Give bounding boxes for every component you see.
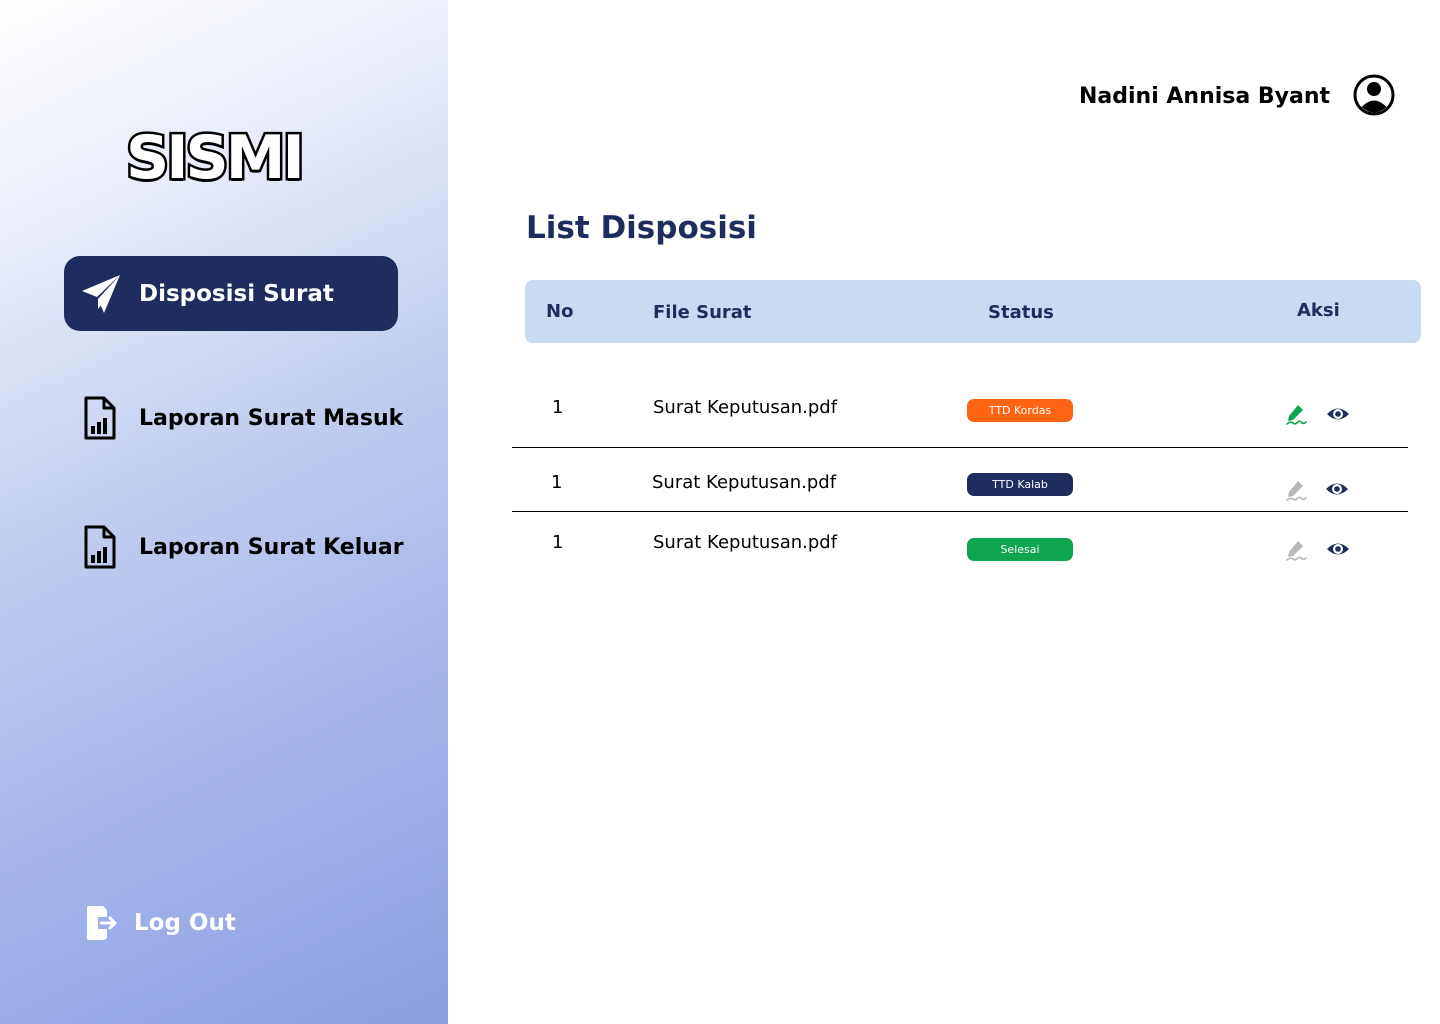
eye-icon[interactable] — [1326, 402, 1350, 426]
logout-label: Log Out — [134, 910, 236, 936]
cell-no: 1 — [551, 472, 563, 493]
column-header-file-surat: File Surat — [653, 302, 752, 323]
table-row: 1 Surat Keputusan.pdf TTD Kordas — [512, 396, 1408, 436]
table-row: 1 Surat Keputusan.pdf Selesai — [512, 531, 1408, 571]
row-divider — [512, 511, 1408, 512]
sidebar: SISMI Disposisi Surat Laporan Surat Masu… — [0, 0, 448, 1024]
cell-no: 1 — [552, 397, 564, 418]
status-badge: TTD Kalab — [967, 473, 1073, 496]
sign-pen-icon[interactable] — [1284, 402, 1308, 426]
document-chart-icon — [84, 396, 116, 440]
column-header-no: No — [546, 301, 574, 322]
status-badge: Selesai — [967, 538, 1073, 561]
column-header-status: Status — [988, 302, 1054, 323]
cell-file[interactable]: Surat Keputusan.pdf — [653, 531, 837, 555]
sidebar-item-label: Laporan Surat Masuk — [139, 405, 404, 431]
page-title: List Disposisi — [526, 210, 757, 246]
sidebar-item-laporan-surat-masuk[interactable]: Laporan Surat Masuk — [82, 395, 403, 441]
row-divider — [512, 447, 1408, 448]
user-name: Nadini Annisa Byant — [1079, 84, 1331, 109]
cell-file[interactable]: Surat Keputusan.pdf — [653, 396, 837, 420]
sidebar-item-label: Laporan Surat Keluar — [139, 534, 404, 560]
sign-pen-icon[interactable] — [1284, 538, 1308, 562]
eye-icon[interactable] — [1325, 477, 1349, 501]
user-circle-icon[interactable] — [1353, 74, 1395, 116]
sidebar-item-laporan-surat-keluar[interactable]: Laporan Surat Keluar — [82, 524, 404, 570]
table-row: 1 Surat Keputusan.pdf TTD Kalab — [512, 471, 1408, 511]
sign-pen-icon[interactable] — [1284, 478, 1308, 502]
sidebar-item-label: Disposisi Surat — [139, 280, 334, 307]
cell-file[interactable]: Surat Keputusan.pdf — [652, 471, 836, 495]
status-badge: TTD Kordas — [967, 399, 1073, 422]
sidebar-item-disposisi-surat[interactable]: Disposisi Surat — [64, 256, 398, 331]
cell-no: 1 — [552, 532, 564, 553]
document-chart-icon — [84, 525, 116, 569]
paper-plane-icon — [82, 274, 120, 313]
column-header-aksi: Aksi — [1297, 300, 1340, 321]
logout-icon — [87, 906, 117, 940]
logout-button[interactable]: Log Out — [84, 903, 236, 943]
table-header: No File Surat Status Aksi — [525, 280, 1421, 343]
eye-icon[interactable] — [1326, 537, 1350, 561]
app-logo: SISMI — [124, 122, 308, 195]
